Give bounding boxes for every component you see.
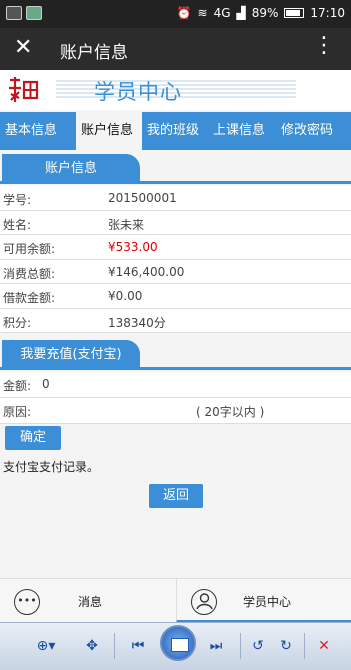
rotate-right-icon[interactable]: ↻ [274, 635, 298, 657]
section-title: 账户信息 [2, 154, 140, 184]
section-title: 我要充值(支付宝) [2, 340, 140, 370]
field-label: 积分: [3, 315, 32, 330]
list-item: 借款金额: ¥0.00 [0, 284, 351, 309]
reason-hint: ( 20字以内 ) [196, 405, 265, 419]
field-value: 张未来 [108, 217, 145, 232]
back-button[interactable]: 返回 [149, 484, 203, 508]
list-item: 可用余额: ¥533.00 [0, 235, 351, 260]
battery-icon [284, 8, 305, 18]
next-icon[interactable]: ⏭ [204, 635, 228, 657]
list-item: 积分: 138340分 [0, 309, 351, 333]
account-info-list: 学号: 201500001 姓名: 张未来 可用余额: ¥533.00 消费总额… [0, 186, 351, 333]
alarm-icon: ⏰ [176, 6, 192, 20]
tab-account-info[interactable]: 账户信息 [76, 112, 142, 150]
status-bar: ⏰ ≋ 4G ▟ 89% 17:10 [0, 0, 351, 28]
recharge-section-header: 我要充值(支付宝) [0, 340, 351, 370]
amount-label: 金额: [3, 379, 32, 393]
banner: 学员中心 [0, 70, 351, 110]
field-label: 借款金额: [3, 291, 56, 305]
amount-input[interactable]: 0 [42, 377, 50, 391]
clock: 17:10 [310, 6, 345, 20]
tab-my-class[interactable]: 我的班级 [142, 112, 208, 150]
divider [304, 633, 305, 659]
nav-label: 学员中心 [243, 595, 292, 609]
battery-percent: 89% [251, 6, 279, 20]
zoom-icon[interactable]: ⊕▾ [34, 635, 58, 657]
alipay-record-link[interactable]: 支付宝支付记录。 [3, 458, 99, 475]
rotate-left-icon[interactable]: ↺ [246, 635, 270, 657]
wifi-icon: ≋ [197, 6, 208, 20]
list-item: 消费总额: ¥146,400.00 [0, 260, 351, 284]
account-section-header: 账户信息 [0, 154, 351, 184]
field-value: ¥146,400.00 [108, 264, 185, 279]
signal-icon: ▟ [236, 6, 246, 20]
confirm-button[interactable]: 确定 [5, 426, 61, 450]
network-indicator: 4G [213, 6, 231, 20]
person-icon [191, 589, 217, 615]
delete-icon[interactable]: ✕ [312, 635, 336, 657]
list-item: 学号: 201500001 [0, 186, 351, 211]
tab-bar: 基本信息 账户信息 我的班级 上课信息 修改密码 [0, 112, 351, 150]
list-item: 姓名: 张未来 [0, 211, 351, 235]
tab-basic-info[interactable]: 基本信息 [0, 112, 76, 150]
divider [240, 633, 241, 659]
nav-messages[interactable]: ••• 消息 [0, 579, 175, 623]
amount-row: 金额: 0 [0, 372, 351, 398]
reason-row: 原因: ( 20字以内 ) [0, 398, 351, 424]
gallery-icon [6, 6, 22, 20]
tab-change-password[interactable]: 修改密码 [276, 112, 351, 150]
app-icon [26, 6, 42, 20]
close-icon[interactable]: ✕ [14, 36, 32, 60]
previous-icon[interactable]: ⏮ [126, 635, 150, 657]
recharge-form: 金额: 0 原因: ( 20字以内 ) [0, 372, 351, 424]
more-options-icon[interactable]: ⋮ [313, 34, 335, 58]
fit-icon[interactable]: ✥ [80, 635, 104, 657]
nav-student-center[interactable]: 学员中心 [176, 579, 351, 623]
slideshow-icon[interactable] [160, 625, 196, 661]
bottom-navigation: ••• 消息 学员中心 [0, 578, 351, 623]
field-value: ¥0.00 [108, 289, 143, 303]
field-label: 学号: [3, 193, 32, 207]
banner-title: 学员中心 [94, 80, 182, 104]
field-value: 201500001 [108, 191, 177, 205]
tab-class-schedule[interactable]: 上课信息 [208, 112, 276, 150]
page-title: 账户信息 [60, 43, 128, 63]
school-logo [6, 74, 40, 106]
field-label: 可用余额: [3, 242, 56, 256]
field-label: 姓名: [3, 217, 32, 232]
reason-label: 原因: [3, 405, 32, 419]
title-bar: ✕ 账户信息 ⋮ [0, 28, 351, 70]
viewer-toolbar: ⊕▾ ✥ ⏮ ⏭ ↺ ↻ ✕ [0, 622, 351, 670]
field-label: 消费总额: [3, 266, 56, 281]
nav-label: 消息 [78, 595, 103, 609]
divider [114, 633, 115, 659]
divider [0, 181, 351, 184]
field-value: ¥533.00 [108, 240, 158, 254]
chat-bubble-icon: ••• [14, 589, 40, 615]
divider [0, 367, 351, 370]
field-value: 138340分 [108, 315, 166, 330]
